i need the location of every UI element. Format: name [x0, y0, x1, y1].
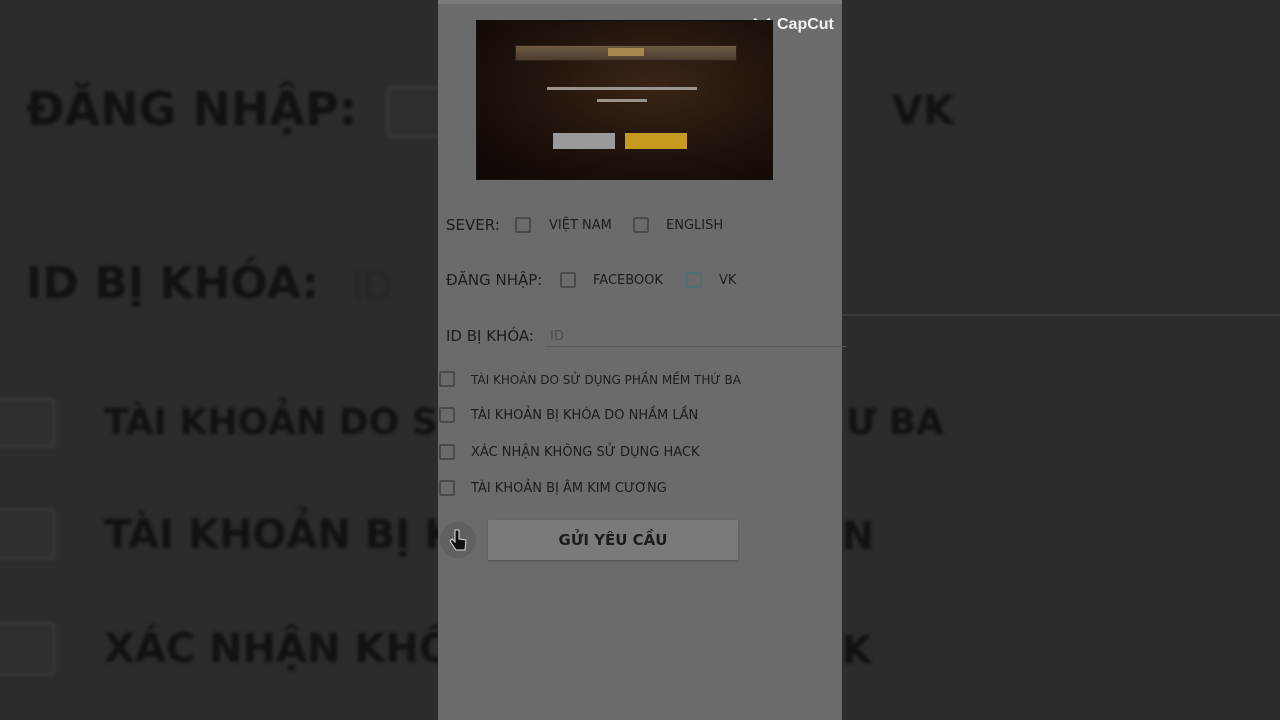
thumb-dialog-text	[547, 87, 697, 90]
bg-reason1: TÀI KHOẢN DO SỬ	[104, 402, 468, 443]
bg-reason2: TÀI KHOẢN BỊ K	[104, 512, 456, 558]
thumb-confirm-button	[625, 133, 687, 149]
watermark-text: CapCut	[777, 16, 834, 33]
locked-id-input[interactable]	[546, 326, 846, 347]
login-vk-label[interactable]: VK	[719, 273, 736, 288]
bg-vk-label: VK	[892, 88, 954, 134]
server-english-label[interactable]: ENGLISH	[666, 218, 723, 233]
bg-reason2-right: N	[842, 514, 874, 558]
bg-checkbox	[386, 86, 444, 138]
bg-checkbox	[0, 508, 56, 560]
server-label: SEVER:	[446, 216, 500, 234]
locked-id-label: ID BỊ KHÓA:	[446, 327, 534, 345]
login-vk-checkbox[interactable]	[686, 272, 702, 288]
login-facebook-label[interactable]: FACEBOOK	[593, 273, 663, 288]
bg-reason3: XÁC NHẬN KHÔ	[104, 626, 453, 672]
thumb-dialog-text	[597, 99, 647, 102]
reason-label-no-hack[interactable]: XÁC NHẬN KHÔNG SỬ DỤNG HACK	[471, 445, 700, 460]
bg-reason3-right: K	[842, 628, 872, 672]
submit-request-button[interactable]: GỬI YÊU CẦU	[488, 520, 738, 560]
bg-id-label: ID BỊ KHÓA:	[26, 258, 320, 309]
reason-checkbox-no-hack[interactable]	[439, 444, 455, 460]
thumb-dialog-header	[515, 45, 737, 61]
reason-checkbox-third-party[interactable]	[439, 371, 455, 387]
status-bar	[438, 0, 842, 4]
bg-checkbox	[0, 622, 56, 676]
bg-input-underline	[842, 314, 1280, 316]
reason-label-negative-diamonds[interactable]: TÀI KHOẢN BỊ ÂM KIM CƯƠNG	[471, 481, 667, 496]
thumb-cancel-button	[553, 133, 615, 149]
touch-cursor-icon	[440, 522, 476, 558]
server-vietnam-label[interactable]: VIỆT NAM	[549, 218, 612, 233]
reason-label-mistake[interactable]: TÀI KHOẢN BỊ KHÓA DO NHẦM LẦN	[471, 408, 698, 423]
reason-label-third-party[interactable]: TÀI KHOẢN DO SỬ DỤNG PHẦN MỀM THỨ BA	[471, 373, 741, 387]
server-vietnam-checkbox[interactable]	[515, 217, 531, 233]
game-dialog-thumbnail	[476, 20, 773, 180]
reason-checkbox-mistake[interactable]	[439, 407, 455, 423]
bg-reason1-right: Ư BA	[846, 402, 944, 443]
login-label: ĐĂNG NHẬP:	[446, 271, 543, 289]
server-english-checkbox[interactable]	[633, 217, 649, 233]
bg-id-placeholder: ID	[352, 264, 393, 308]
bg-login-label: ĐĂNG NHẬP:	[26, 82, 358, 136]
login-facebook-checkbox[interactable]	[560, 272, 576, 288]
reason-checkbox-negative-diamonds[interactable]	[439, 480, 455, 496]
bg-checkbox	[0, 398, 56, 448]
